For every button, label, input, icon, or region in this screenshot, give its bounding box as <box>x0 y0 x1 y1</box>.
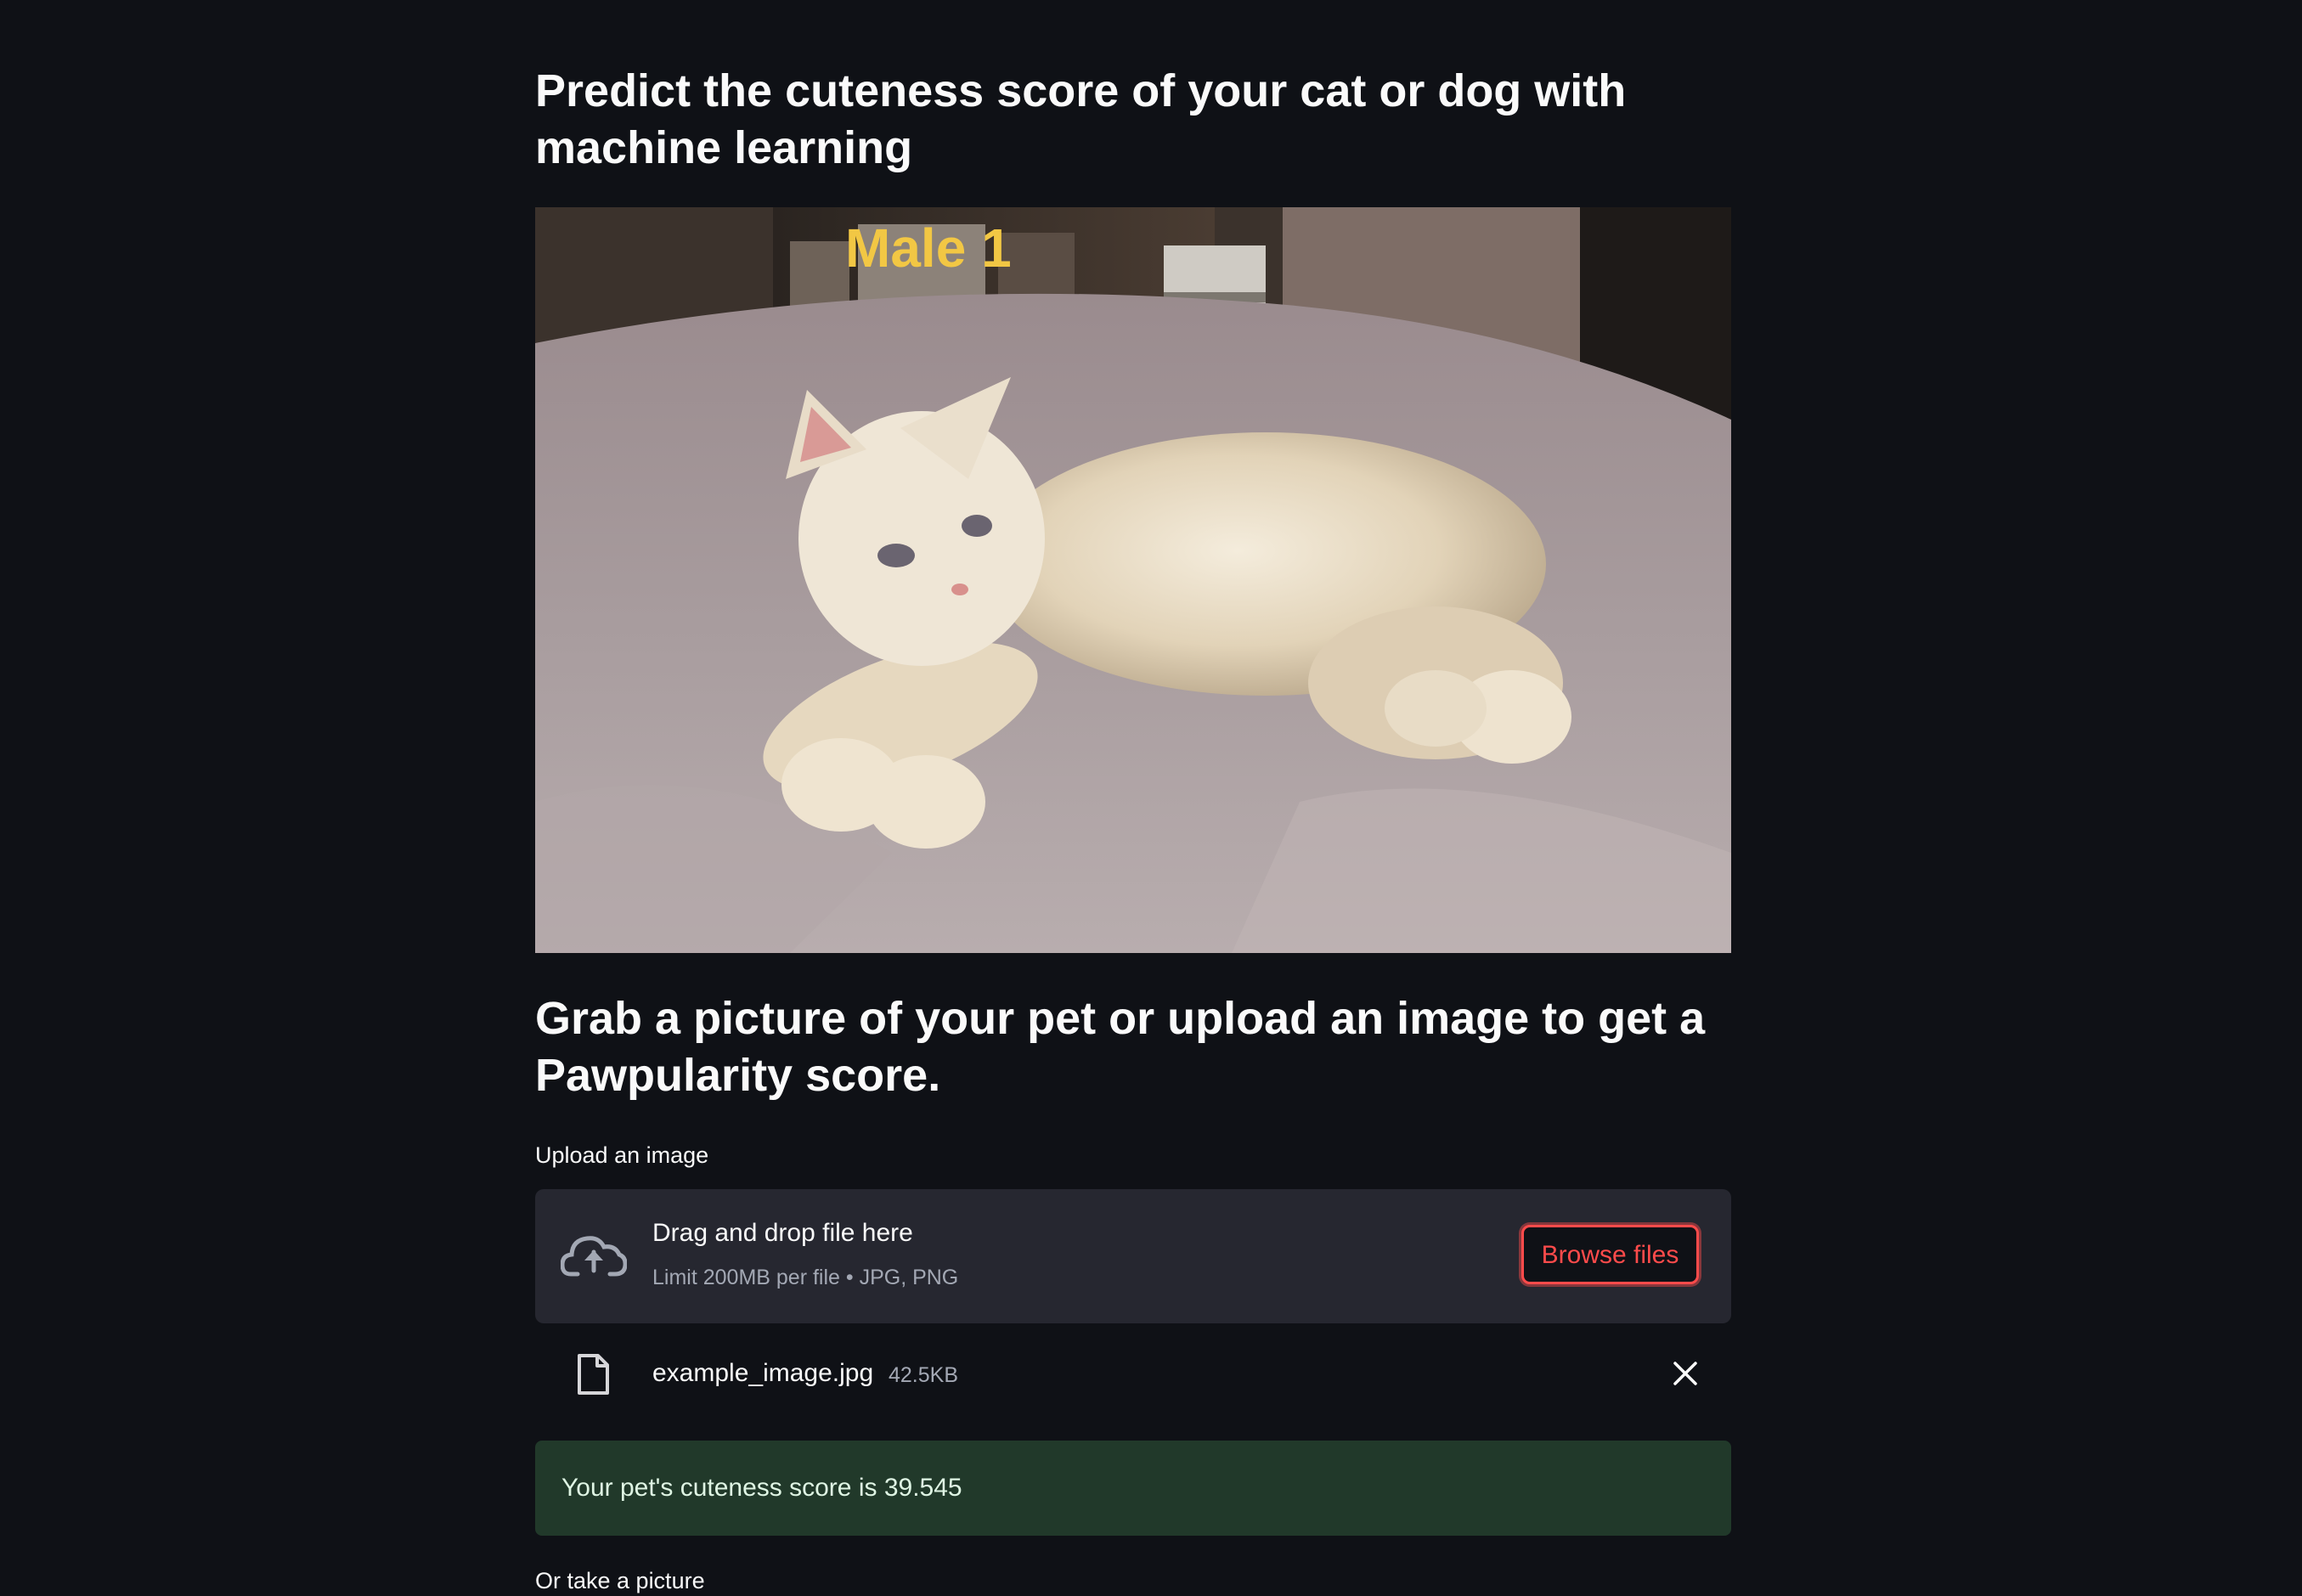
score-result-alert: Your pet's cuteness score is 39.545 <box>535 1441 1731 1536</box>
score-result-text: Your pet's cuteness score is 39.545 <box>561 1474 962 1502</box>
close-icon[interactable] <box>1672 1360 1699 1387</box>
uploaded-file-name: example_image.jpg <box>652 1359 874 1387</box>
browse-files-button[interactable]: Browse files <box>1521 1225 1699 1284</box>
uploaded-file-size: 42.5KB <box>889 1363 959 1387</box>
file-dropzone[interactable]: Drag and drop file here Limit 200MB per … <box>535 1189 1731 1323</box>
uploaded-file-row: example_image.jpg 42.5KB <box>535 1338 1731 1409</box>
example-pet-image: Male 1 <box>535 207 1731 953</box>
image-overlay-text: Male 1 <box>845 217 1012 279</box>
page-title: Predict the cuteness score of your cat o… <box>535 65 1627 173</box>
dropzone-title: Drag and drop file here <box>652 1219 913 1247</box>
file-icon <box>578 1354 609 1395</box>
camera-label: Or take a picture <box>535 1568 705 1593</box>
upload-label: Upload an image <box>535 1142 709 1168</box>
section-heading: Grab a picture of your pet or upload an … <box>535 993 1706 1101</box>
cloud-upload-icon <box>561 1236 627 1277</box>
dropzone-limit: Limit 200MB per file • JPG, PNG <box>652 1266 959 1289</box>
